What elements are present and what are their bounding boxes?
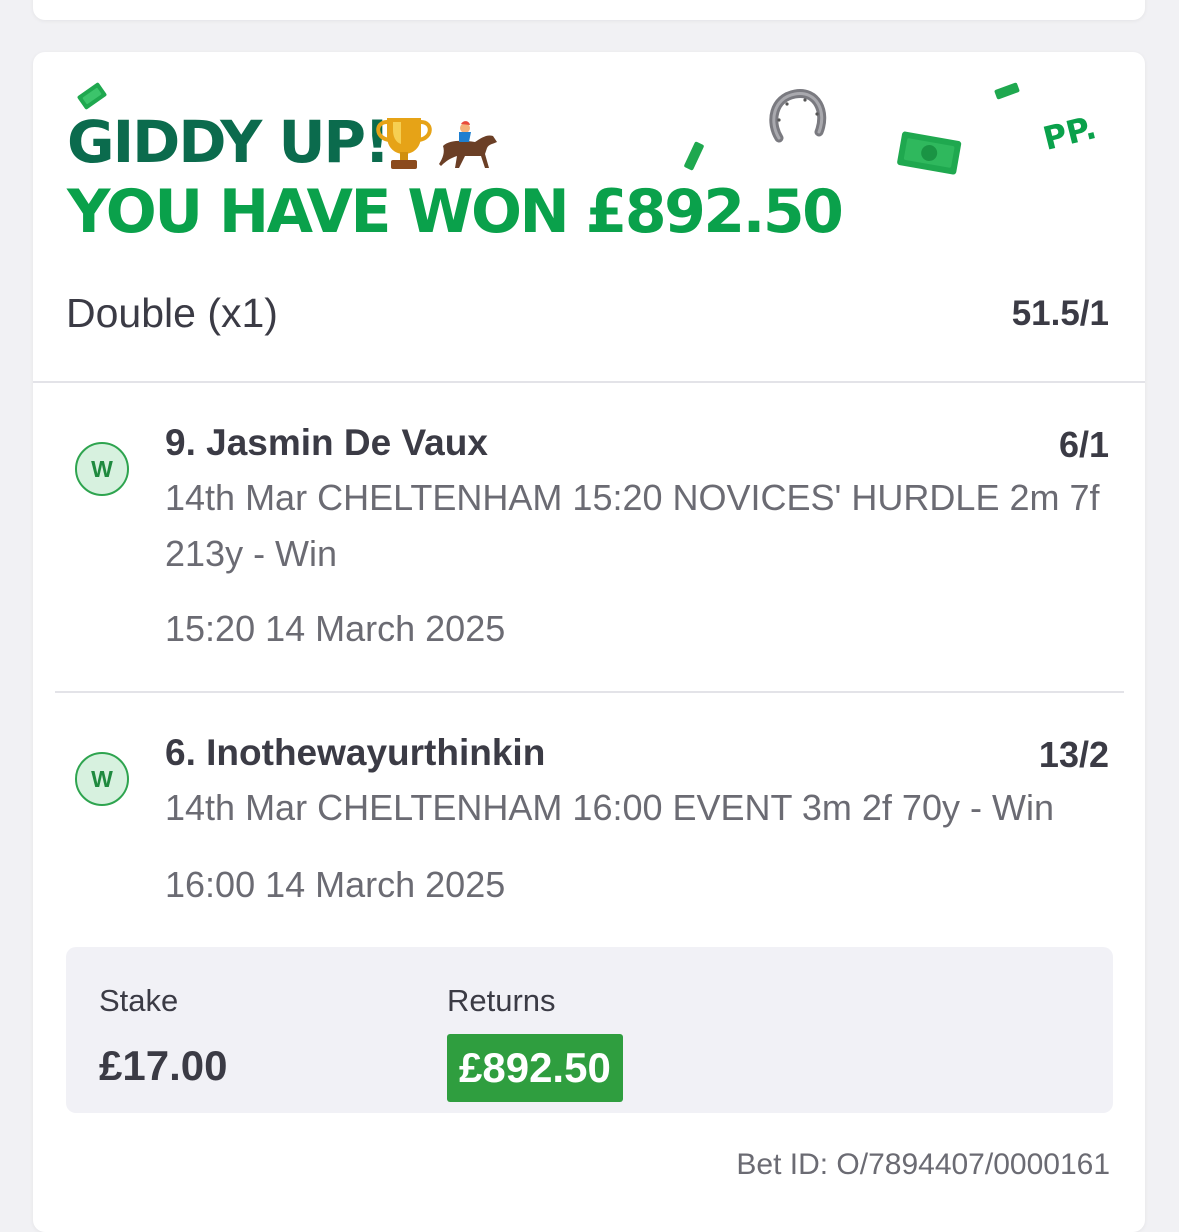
bet-card: PP. GIDDY UP! YOU HAVE WON £892.50 Doubl…	[33, 52, 1145, 1232]
win-headline: GIDDY UP!	[67, 108, 391, 176]
selection-description: 14th Mar CHELTENHAM 15:20 NOVICES' HURDL…	[165, 477, 1100, 574]
stake-value: £17.00	[99, 1042, 228, 1089]
selection-item: W 9. Jasmin De Vaux 6/1 14th Mar CHELTEN…	[33, 412, 1145, 672]
selection-time: 16:00 14 March 2025	[165, 864, 506, 905]
money-icon	[684, 141, 704, 171]
selection-name: 9. Jasmin De Vaux	[165, 422, 488, 463]
returns-label: Returns	[447, 983, 556, 1018]
selection-time: 15:20 14 March 2025	[165, 608, 506, 649]
bet-type: Double (x1)	[66, 290, 278, 336]
bet-id: Bet ID: O/7894407/0000161	[736, 1148, 1110, 1181]
win-status-badge: W	[75, 752, 129, 806]
bet-odds: 51.5/1	[1011, 294, 1109, 333]
selection-name: 6. Inothewayurthinkin	[165, 732, 546, 773]
stake-returns-summary: Stake £17.00 Returns £892.50	[66, 947, 1113, 1113]
selection-odds: 6/1	[1058, 424, 1109, 465]
previous-bet-card	[33, 0, 1145, 20]
stake-label: Stake	[99, 983, 179, 1018]
win-status-badge: W	[75, 442, 129, 496]
pp-logo: PP.	[1039, 108, 1100, 158]
win-banner: PP. GIDDY UP! YOU HAVE WON £892.50	[33, 52, 1145, 302]
trophy-icon	[376, 118, 432, 169]
money-icon	[994, 82, 1020, 100]
horseshoe-icon	[769, 89, 827, 143]
selection-item: W 6. Inothewayurthinkin 13/2 14th Mar CH…	[33, 722, 1145, 922]
selection-description: 14th Mar CHELTENHAM 16:00 EVENT 3m 2f 70…	[165, 787, 1054, 828]
divider	[55, 691, 1124, 693]
win-amount-headline: YOU HAVE WON £892.50	[67, 177, 844, 247]
selection-odds: 13/2	[1038, 734, 1109, 775]
jockey-icon	[439, 121, 497, 168]
returns-value: £892.50	[447, 1034, 623, 1102]
money-icon	[897, 131, 962, 175]
divider	[33, 381, 1145, 383]
